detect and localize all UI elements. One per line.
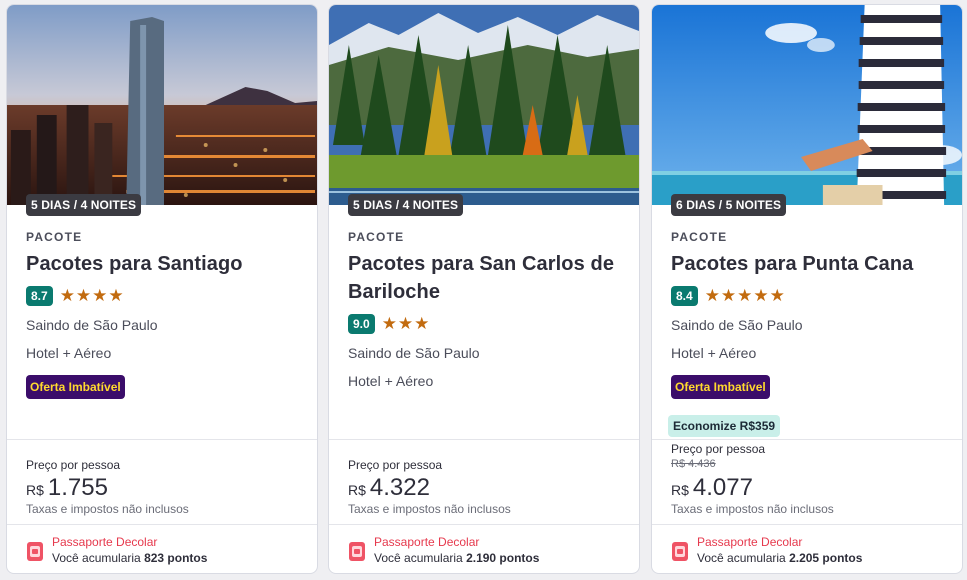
- origin-text: Saindo de São Paulo: [348, 345, 480, 361]
- taxes-note: Taxas e impostos não inclusos: [348, 502, 511, 516]
- price: R$ 4.077: [671, 474, 753, 502]
- package-type-label: PACOTE: [348, 230, 405, 244]
- points-value: 2.205 pontos: [789, 551, 863, 565]
- rating-score: 8.7: [26, 286, 53, 306]
- passport-icon: [27, 542, 43, 561]
- origin-text: Saindo de São Paulo: [26, 317, 158, 333]
- points-prefix: Você acumularia: [374, 551, 463, 565]
- points-text: Você acumularia 2.190 pontos: [374, 551, 539, 565]
- divider: [652, 439, 962, 440]
- includes-text: Hotel + Aéreo: [26, 345, 112, 361]
- star-rating-icon: ★★★★: [59, 286, 125, 305]
- offer-badge: Oferta Imbatível: [26, 375, 125, 399]
- old-price: R$ 4.436: [671, 458, 716, 470]
- duration-badge: 6 DIAS / 5 NOITES: [671, 194, 787, 216]
- destination-image-punta-cana[interactable]: [652, 5, 962, 205]
- price-label: Preço por pessoa: [671, 442, 766, 456]
- package-type-label: PACOTE: [671, 230, 728, 244]
- destination-image-santiago[interactable]: [7, 5, 317, 205]
- passport-title: Passaporte Decolar: [374, 535, 480, 549]
- destination-image-bariloche[interactable]: [329, 5, 639, 205]
- offer-badge: Oferta Imbatível: [671, 375, 770, 399]
- rating: 9.0 ★★★: [348, 314, 430, 334]
- points-prefix: Você acumularia: [52, 551, 141, 565]
- package-title[interactable]: Pacotes para San Carlos de Bariloche: [348, 250, 633, 306]
- price-currency: R$: [26, 482, 44, 498]
- duration-badge: 5 DIAS / 4 NOITES: [348, 194, 464, 216]
- rating: 8.7 ★★★★: [26, 286, 125, 306]
- origin-text: Saindo de São Paulo: [671, 317, 803, 333]
- package-card-punta-cana[interactable]: 6 DIAS / 5 NOITES PACOTE Pacotes para Pu…: [651, 4, 963, 574]
- passport-title: Passaporte Decolar: [697, 535, 803, 549]
- divider: [7, 524, 317, 525]
- price-value: 1.755: [47, 474, 108, 501]
- price-value: 4.322: [369, 474, 430, 501]
- points-text: Você acumularia 2.205 pontos: [697, 551, 862, 565]
- price-value: 4.077: [692, 474, 753, 501]
- star-rating-icon: ★★★: [381, 314, 431, 333]
- star-rating-icon: ★★★★★: [704, 286, 786, 305]
- points-prefix: Você acumularia: [697, 551, 786, 565]
- rating: 8.4 ★★★★★: [671, 286, 786, 306]
- points-value: 2.190 pontos: [466, 551, 540, 565]
- package-title[interactable]: Pacotes para Punta Cana: [671, 250, 956, 278]
- taxes-note: Taxas e impostos não inclusos: [26, 502, 189, 516]
- divider: [7, 439, 317, 440]
- price-currency: R$: [348, 482, 366, 498]
- divider: [652, 524, 962, 525]
- price: R$ 1.755: [26, 474, 108, 502]
- duration-badge: 5 DIAS / 4 NOITES: [26, 194, 142, 216]
- price-label: Preço por pessoa: [348, 458, 443, 472]
- points-value: 823 pontos: [144, 551, 208, 565]
- divider: [329, 524, 639, 525]
- package-card-santiago[interactable]: 5 DIAS / 4 NOITES PACOTE Pacotes para Sa…: [6, 4, 318, 574]
- includes-text: Hotel + Aéreo: [348, 373, 434, 389]
- passport-icon: [349, 542, 365, 561]
- includes-text: Hotel + Aéreo: [671, 345, 757, 361]
- divider: [329, 439, 639, 440]
- price: R$ 4.322: [348, 474, 430, 502]
- price-currency: R$: [671, 482, 689, 498]
- passport-icon: [672, 542, 688, 561]
- taxes-note: Taxas e impostos não inclusos: [671, 502, 834, 516]
- passport-title: Passaporte Decolar: [52, 535, 158, 549]
- package-card-bariloche[interactable]: 5 DIAS / 4 NOITES PACOTE Pacotes para Sa…: [328, 4, 640, 574]
- package-title[interactable]: Pacotes para Santiago: [26, 250, 311, 278]
- savings-badge: Economize R$359: [668, 415, 781, 437]
- package-type-label: PACOTE: [26, 230, 83, 244]
- rating-score: 9.0: [348, 314, 375, 334]
- rating-score: 8.4: [671, 286, 698, 306]
- price-label: Preço por pessoa: [26, 458, 121, 472]
- points-text: Você acumularia 823 pontos: [52, 551, 207, 565]
